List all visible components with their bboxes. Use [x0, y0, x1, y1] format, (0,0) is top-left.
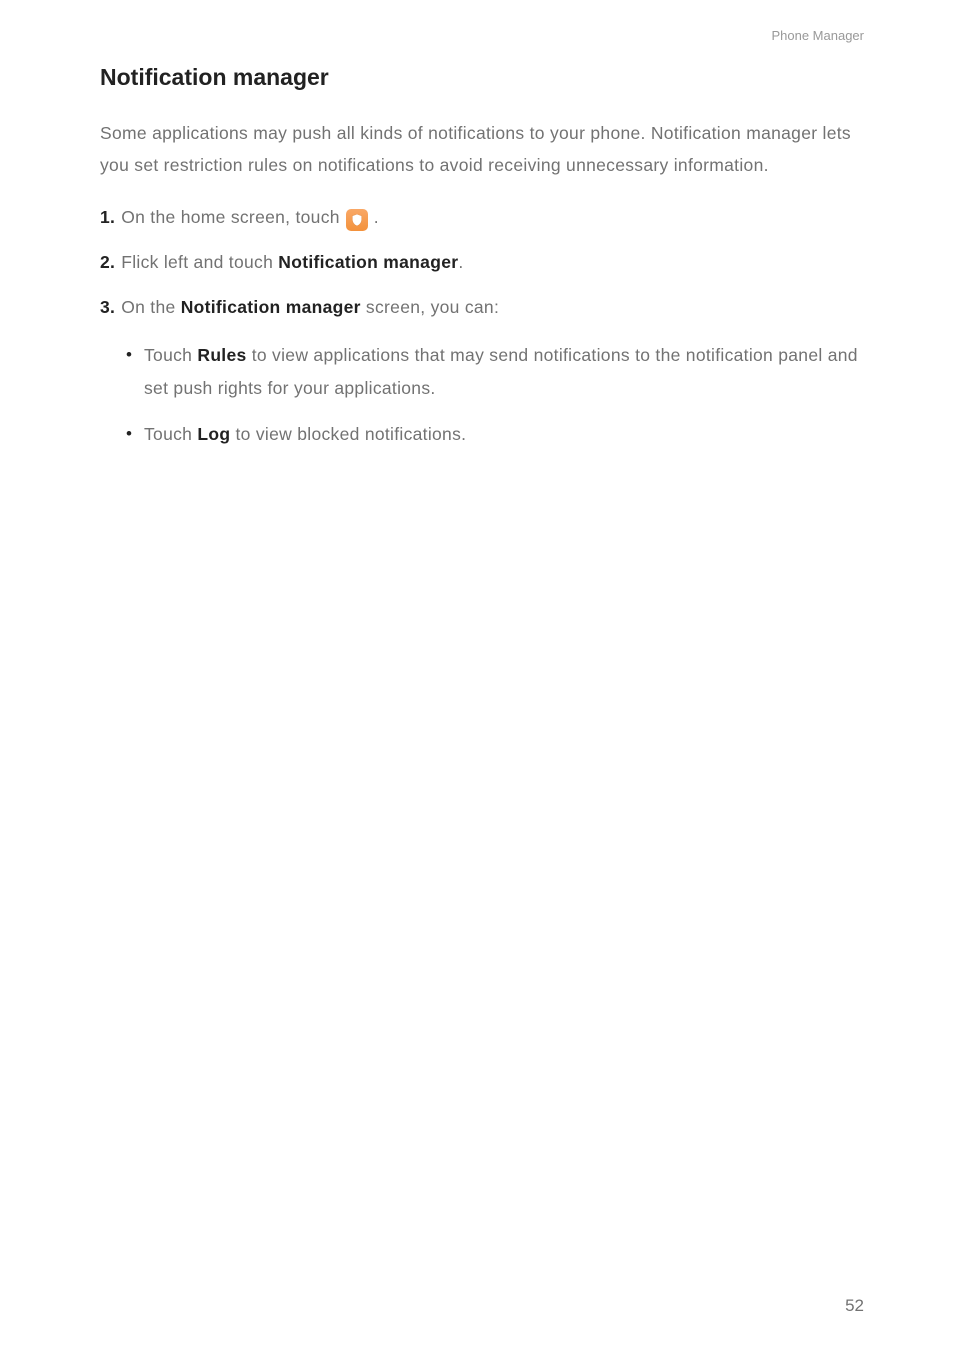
bullet-pre: Touch: [144, 345, 197, 365]
bullet-bold-term: Log: [197, 424, 230, 444]
step-text-after: .: [374, 204, 379, 231]
step-bold-term: Notification manager: [181, 297, 361, 317]
sub-list: Touch Rules to view applications that ma…: [126, 339, 864, 450]
step-text-after: .: [458, 252, 463, 272]
running-header: Phone Manager: [771, 28, 864, 43]
section-title: Notification manager: [100, 64, 864, 91]
step-bold-term: Notification manager: [278, 252, 458, 272]
step-number: 3.: [100, 294, 115, 321]
step-3: 3. On the Notification manager screen, y…: [100, 294, 864, 321]
bullet-post: to view blocked notifications.: [230, 424, 466, 444]
bullet-bold-term: Rules: [197, 345, 246, 365]
bullet-pre: Touch: [144, 424, 197, 444]
bullet-item-rules: Touch Rules to view applications that ma…: [126, 339, 864, 404]
page-number: 52: [845, 1296, 864, 1316]
step-text-before: On the home screen, touch: [121, 204, 340, 231]
step-1: 1. On the home screen, touch .: [100, 204, 864, 231]
step-text-before: On the: [121, 297, 181, 317]
bullet-item-log: Touch Log to view blocked notifications.: [126, 418, 864, 450]
bullet-post: to view applications that may send notif…: [144, 345, 858, 397]
step-text-before: Flick left and touch: [121, 252, 278, 272]
step-number: 2.: [100, 249, 115, 276]
step-text-after: screen, you can:: [361, 297, 499, 317]
intro-paragraph: Some applications may push all kinds of …: [100, 117, 864, 182]
step-2: 2. Flick left and touch Notification man…: [100, 249, 864, 276]
page-container: Phone Manager Notification manager Some …: [0, 0, 954, 1354]
content-body: Notification manager Some applications m…: [100, 64, 864, 450]
phone-manager-app-icon: [346, 209, 368, 231]
step-number: 1.: [100, 204, 115, 231]
